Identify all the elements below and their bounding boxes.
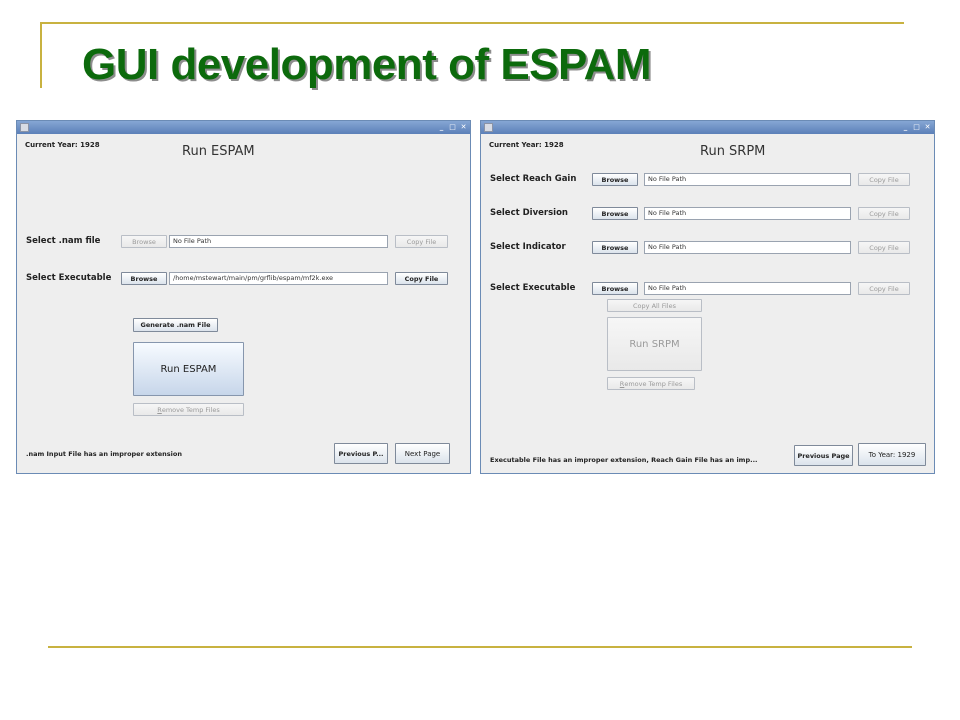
remove-temp-label: emove Temp Files (624, 379, 683, 388)
left-rule (40, 22, 42, 88)
diversion-copy-button[interactable]: Copy File (858, 207, 910, 220)
page-heading: Run SRPM (700, 144, 766, 159)
status-message: .nam Input File has an improper extensio… (26, 450, 182, 458)
close-icon[interactable]: ✕ (459, 123, 468, 132)
status-message: Executable File has an improper extensio… (490, 456, 758, 464)
previous-page-button[interactable]: Previous P... (334, 443, 388, 464)
reach-gain-browse-button[interactable]: Browse (592, 173, 638, 186)
executable-copy-button[interactable]: Copy File (858, 282, 910, 295)
minimize-icon[interactable]: _ (437, 123, 446, 132)
select-reach-gain-label: Select Reach Gain (490, 174, 577, 184)
executable-browse-button[interactable]: Browse (592, 282, 638, 295)
app-icon (484, 123, 493, 132)
minimize-icon[interactable]: _ (901, 123, 910, 132)
srpm-content: Current Year: 1928 Run SRPM Select Reach… (481, 134, 934, 473)
nam-copy-button[interactable]: Copy File (395, 235, 448, 248)
remove-temp-files-button[interactable]: Remove Temp Files (133, 403, 244, 416)
select-executable-label: Select Executable (490, 283, 576, 293)
diversion-path-field[interactable]: No File Path (644, 207, 851, 220)
to-year-button[interactable]: To Year: 1929 (858, 443, 926, 466)
generate-nam-button[interactable]: Generate .nam File (133, 318, 218, 332)
remove-temp-label: emove Temp Files (161, 405, 220, 414)
srpm-window: _ □ ✕ Current Year: 1928 Run SRPM Select… (480, 120, 935, 474)
bottom-rule (48, 646, 912, 648)
indicator-path-field[interactable]: No File Path (644, 241, 851, 254)
exe-browse-button[interactable]: Browse (121, 272, 167, 285)
close-icon[interactable]: ✕ (923, 123, 932, 132)
remove-temp-files-button[interactable]: Remove Temp Files (607, 377, 695, 390)
espam-titlebar[interactable]: _ □ ✕ (17, 121, 470, 134)
page-heading: Run ESPAM (182, 144, 255, 159)
run-espam-button[interactable]: Run ESPAM (133, 342, 244, 396)
reach-gain-copy-button[interactable]: Copy File (858, 173, 910, 186)
indicator-browse-button[interactable]: Browse (592, 241, 638, 254)
exe-path-field[interactable]: /home/mstewart/main/pm/grflib/espam/mf2k… (169, 272, 388, 285)
nam-path-field[interactable]: No File Path (169, 235, 388, 248)
run-srpm-button[interactable]: Run SRPM (607, 317, 702, 371)
copy-all-files-button[interactable]: Copy All Files (607, 299, 702, 312)
next-page-button[interactable]: Next Page (395, 443, 450, 464)
espam-window: _ □ ✕ Current Year: 1928 Run ESPAM Selec… (16, 120, 471, 474)
maximize-icon[interactable]: □ (448, 123, 457, 132)
app-icon (20, 123, 29, 132)
select-indicator-label: Select Indicator (490, 242, 566, 252)
diversion-browse-button[interactable]: Browse (592, 207, 638, 220)
current-year-label: Current Year: 1928 (25, 141, 100, 149)
espam-content: Current Year: 1928 Run ESPAM Select .nam… (17, 134, 470, 473)
select-executable-label: Select Executable (26, 273, 112, 283)
maximize-icon[interactable]: □ (912, 123, 921, 132)
reach-gain-path-field[interactable]: No File Path (644, 173, 851, 186)
select-nam-label: Select .nam file (26, 236, 101, 246)
nam-browse-button[interactable]: Browse (121, 235, 167, 248)
indicator-copy-button[interactable]: Copy File (858, 241, 910, 254)
exe-copy-button[interactable]: Copy File (395, 272, 448, 285)
slide-title: GUI development of ESPAM (82, 40, 652, 89)
select-diversion-label: Select Diversion (490, 208, 568, 218)
previous-page-button[interactable]: Previous Page (794, 445, 853, 466)
srpm-titlebar[interactable]: _ □ ✕ (481, 121, 934, 134)
current-year-label: Current Year: 1928 (489, 141, 564, 149)
top-rule (40, 22, 904, 24)
executable-path-field[interactable]: No File Path (644, 282, 851, 295)
